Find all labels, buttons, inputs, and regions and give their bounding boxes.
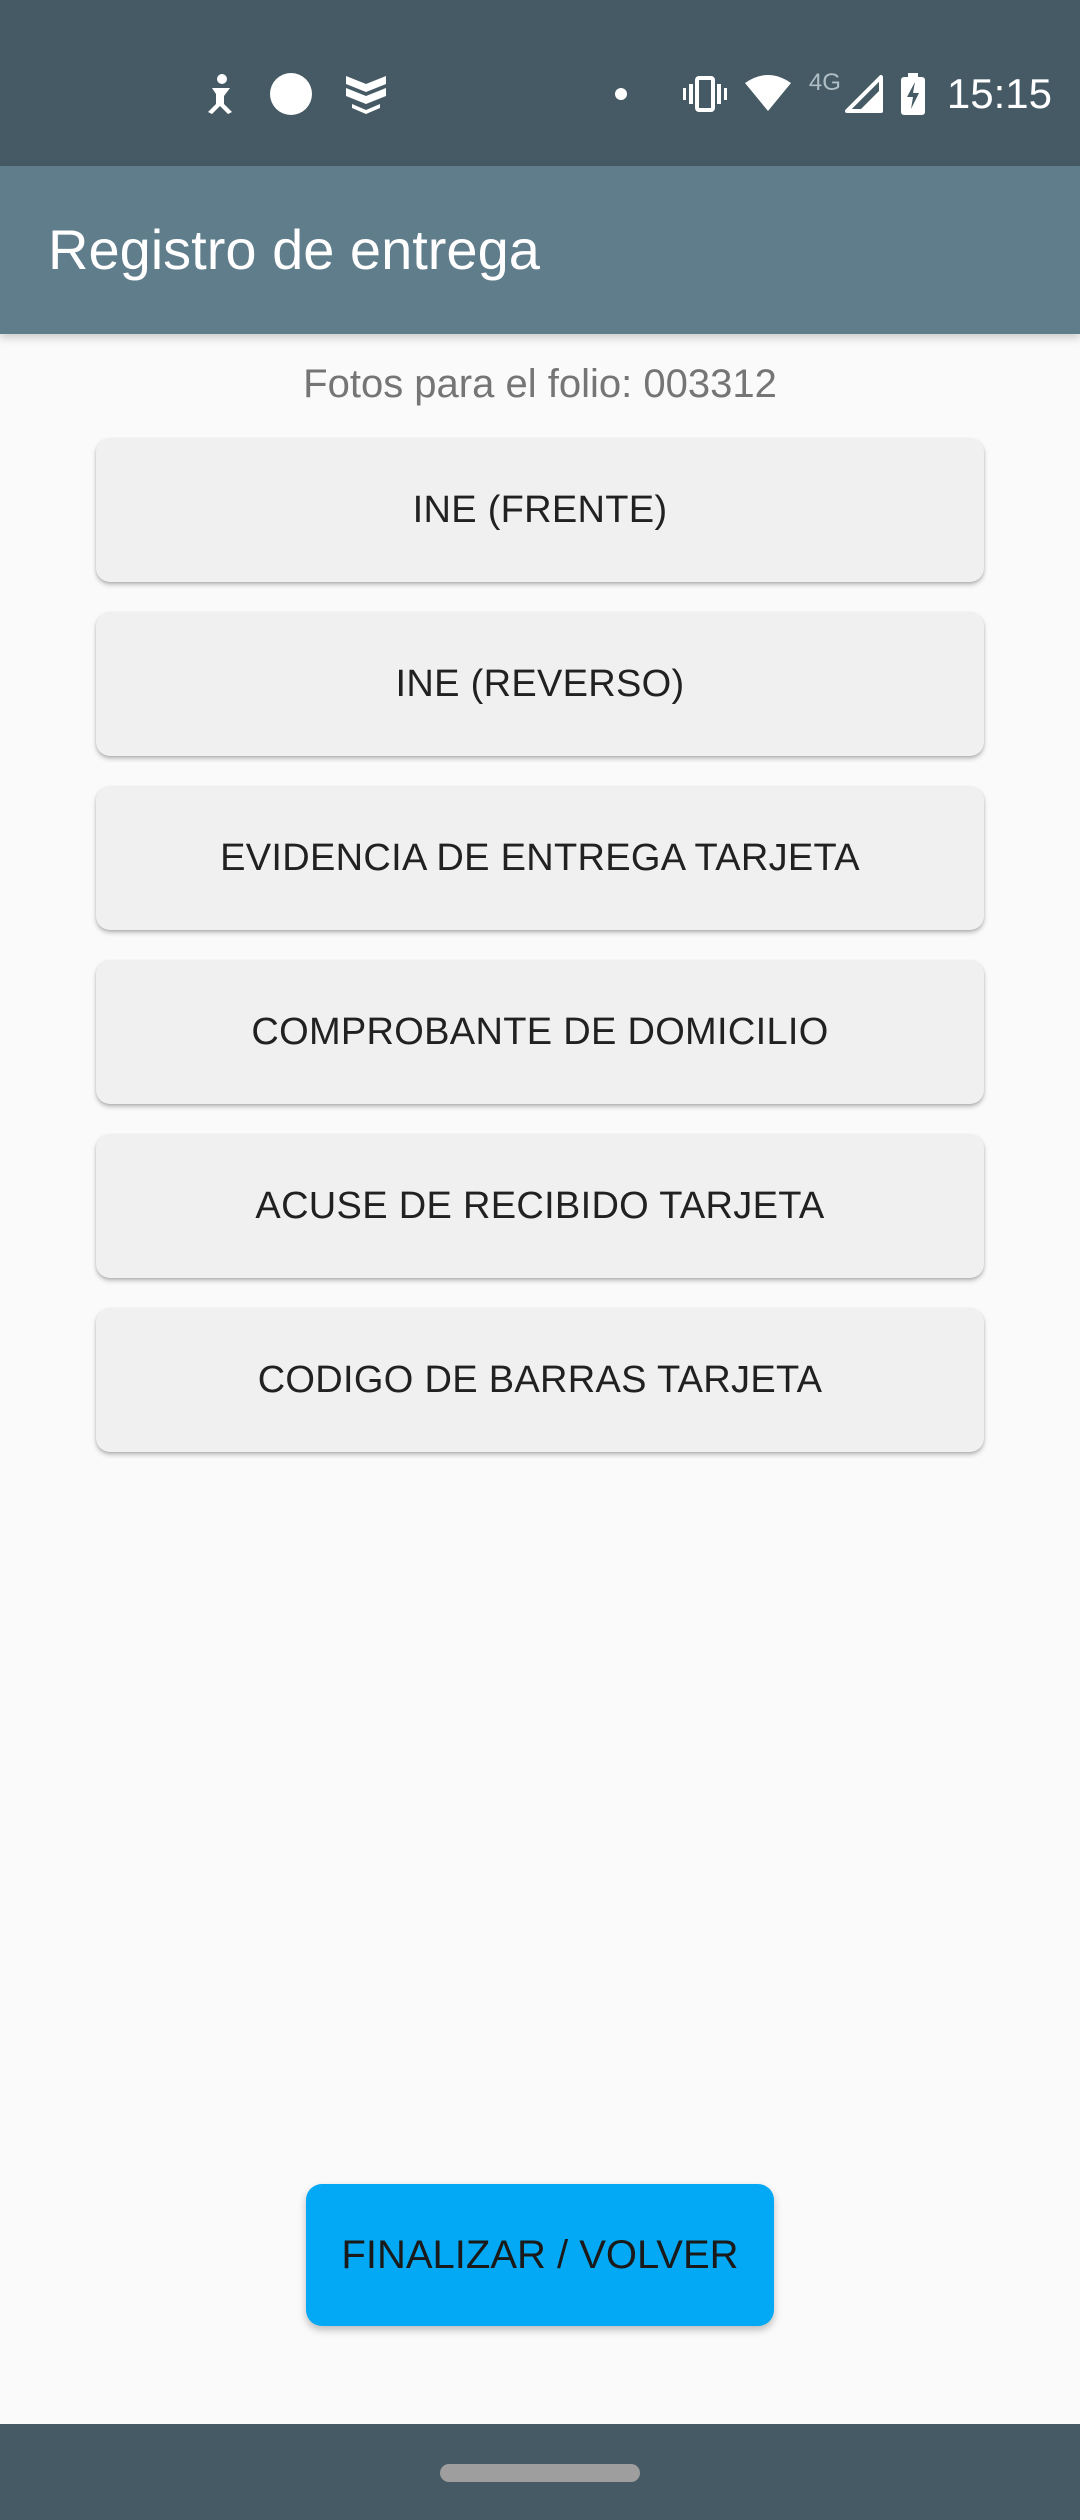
proof-of-address-button[interactable]: COMPROBANTE DE DOMICILIO (96, 960, 984, 1104)
circle-icon (268, 71, 314, 117)
receipt-acknowledgment-button[interactable]: ACUSE DE RECIBIDO TARJETA (96, 1134, 984, 1278)
folio-caption: Fotos para el folio: 003312 (0, 362, 1080, 407)
vibrate-icon (682, 74, 727, 114)
home-gesture-handle[interactable] (440, 2464, 640, 2482)
page-title: Registro de entrega (48, 218, 540, 281)
cell-signal-icon (844, 75, 883, 113)
finish-back-button[interactable]: FINALIZAR / VOLVER (306, 2184, 774, 2326)
dot-icon (613, 86, 629, 102)
status-right-icons: 4G 15:15 (613, 64, 1052, 124)
wifi-icon (744, 75, 791, 113)
app-bar: Registro de entrega (0, 166, 1080, 334)
shield-icon (342, 72, 390, 116)
photo-button-list: INE (FRENTE) INE (REVERSO) EVIDENCIA DE … (96, 438, 984, 1482)
network-type-label: 4G (808, 69, 841, 96)
status-time: 15:15 (946, 70, 1052, 117)
ine-back-button[interactable]: INE (REVERSO) (96, 612, 984, 756)
battery-charging-icon (900, 73, 925, 115)
navigation-bar (0, 2424, 1080, 2520)
accessibility-icon (200, 72, 240, 116)
delivery-evidence-button[interactable]: EVIDENCIA DE ENTREGA TARJETA (96, 786, 984, 930)
ine-front-button[interactable]: INE (FRENTE) (96, 438, 984, 582)
barcode-button[interactable]: CODIGO DE BARRAS TARJETA (96, 1308, 984, 1452)
folio-number: 003312 (643, 362, 777, 406)
app-screen: 4G 15:15 Registro de entrega Fotos para … (0, 0, 1080, 2520)
status-left-icons (200, 64, 390, 124)
status-bar: 4G 15:15 (0, 0, 1080, 166)
folio-label: Fotos para el folio: (303, 362, 644, 406)
